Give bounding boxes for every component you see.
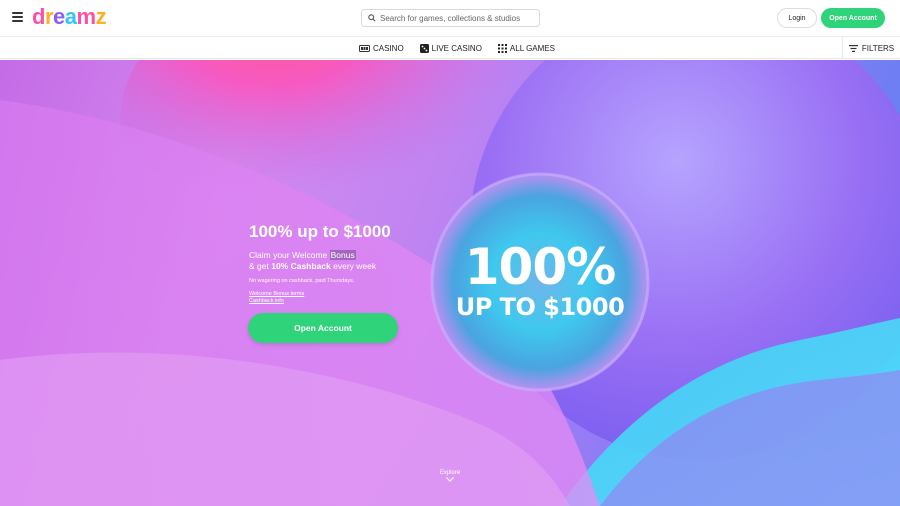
- filters-button[interactable]: FILTERS: [842, 37, 900, 59]
- top-header: dreamz Login Open Account: [0, 0, 900, 37]
- search-input[interactable]: [380, 13, 539, 23]
- logo[interactable]: dreamz: [32, 4, 107, 30]
- logo-letter: r: [44, 4, 54, 29]
- search-bar[interactable]: [361, 9, 540, 27]
- explore-button[interactable]: Explore: [430, 470, 470, 482]
- nav-item-label: CASINO: [373, 43, 404, 53]
- live-casino-icon: [419, 43, 429, 53]
- promo-text: every week: [330, 261, 377, 271]
- login-button[interactable]: Login: [777, 8, 817, 28]
- bubble-percentage: 100%: [464, 238, 616, 296]
- promo-text: Claim your Welcome: [249, 250, 330, 260]
- logo-letter: e: [53, 4, 65, 29]
- casino-icon: [359, 44, 370, 52]
- open-account-button[interactable]: Open Account: [821, 8, 885, 28]
- promo-text: & get: [249, 261, 272, 271]
- cashback-info-link[interactable]: Cashback info: [249, 298, 449, 305]
- menu-icon[interactable]: [12, 12, 25, 24]
- cashback-text: 10% Cashback: [271, 261, 331, 271]
- promo-title: 100% up to $1000: [249, 222, 391, 241]
- explore-label: Explore: [439, 470, 461, 476]
- logo-letter: d: [32, 4, 45, 29]
- category-nav: CASINO LIVE CASINO ALL GAMES FILTERS: [0, 37, 900, 59]
- chevron-down-icon: [446, 477, 454, 482]
- nav-item-label: ALL GAMES: [509, 43, 555, 53]
- nav-item-all-games[interactable]: ALL GAMES: [497, 43, 555, 53]
- promo-note: No wagering on cashback, paid Thursdays.: [249, 278, 355, 284]
- nav-item-casino[interactable]: CASINO: [359, 44, 404, 53]
- logo-letter: a: [64, 4, 77, 29]
- nav-item-label: LIVE CASINO: [431, 43, 482, 53]
- promo-line-2: & get 10% Cashback every week: [249, 261, 449, 272]
- bubble-amount: UP TO $1000: [455, 293, 625, 321]
- promo-panel: 100% up to $1000 Claim your Welcome Bonu…: [249, 221, 449, 304]
- search-icon: [368, 14, 376, 22]
- bubble-offer: 100% UP TO $1000: [430, 240, 650, 320]
- nav-item-live-casino[interactable]: LIVE CASINO: [419, 43, 482, 53]
- logo-letter: m: [76, 4, 97, 29]
- terms-links: Welcome Bonus terms Cashback info: [249, 291, 449, 304]
- filters-label: FILTERS: [861, 43, 895, 53]
- promo-line-1: Claim your Welcome Bonus: [249, 250, 449, 261]
- grid-icon: [497, 43, 507, 53]
- hero-open-account-button[interactable]: Open Account: [248, 313, 398, 343]
- hero-banner: 100% up to $1000 Claim your Welcome Bonu…: [0, 60, 900, 506]
- filter-icon: [848, 44, 858, 52]
- bonus-highlight: Bonus: [329, 250, 356, 260]
- logo-letter: z: [95, 4, 107, 29]
